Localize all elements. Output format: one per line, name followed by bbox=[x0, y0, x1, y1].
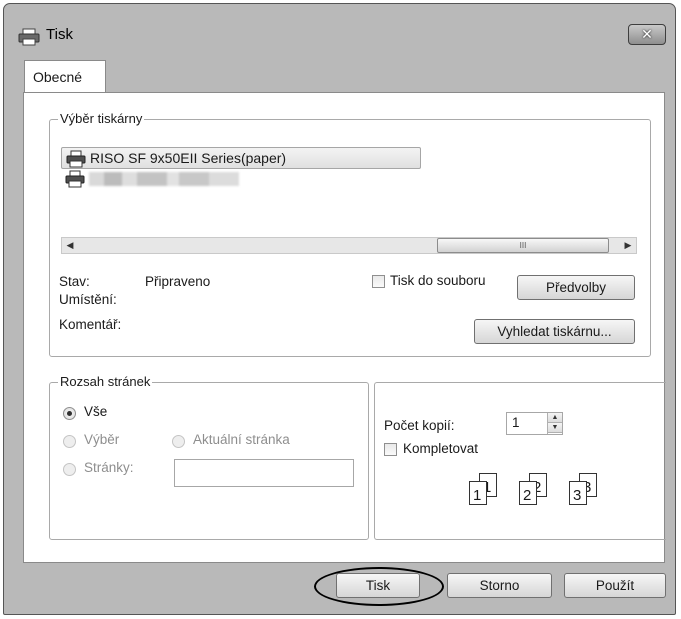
printer-item-riso[interactable]: RISO SF 9x50EII Series(paper) bbox=[61, 147, 421, 169]
close-button[interactable]: ✕ bbox=[628, 24, 666, 45]
copies-stepper[interactable]: 1 ▲ ▼ bbox=[506, 412, 563, 435]
print-to-file-checkbox[interactable] bbox=[372, 275, 385, 288]
collate-label[interactable]: Kompletovat bbox=[403, 441, 478, 456]
printer-icon bbox=[66, 150, 86, 168]
close-icon: ✕ bbox=[641, 26, 653, 42]
range-current-page-label[interactable]: Aktuální stránka bbox=[193, 432, 290, 447]
grip-icon: III bbox=[519, 241, 527, 250]
range-all-label[interactable]: Vše bbox=[84, 404, 107, 419]
copies-label: Počet kopií: bbox=[384, 418, 455, 433]
page-range-group: Rozsah stránek Vše Výběr Aktuální stránk… bbox=[49, 374, 369, 540]
print-to-file-label[interactable]: Tisk do souboru bbox=[390, 273, 486, 288]
tab-panel-general: Výběr tiskárny RISO SF 9x50EII Series(pa… bbox=[23, 92, 666, 563]
collate-icon-set-3: 3 3 bbox=[569, 473, 599, 507]
scroll-thumb[interactable]: III bbox=[437, 238, 609, 253]
apply-button[interactable]: Použít bbox=[564, 573, 666, 598]
collate-icon-set-1: 1 1 bbox=[469, 473, 499, 507]
printer-selection-group: Výběr tiskárny RISO SF 9x50EII Series(pa… bbox=[49, 111, 651, 357]
copies-value: 1 bbox=[512, 415, 520, 430]
range-selection-label[interactable]: Výběr bbox=[84, 432, 119, 447]
range-pages-label[interactable]: Stránky: bbox=[84, 460, 134, 475]
status-label: Stav: bbox=[59, 274, 90, 289]
scroll-right-icon[interactable]: ▶ bbox=[620, 238, 636, 253]
tab-general[interactable]: Obecné bbox=[24, 60, 106, 93]
copies-group: Počet kopií: 1 ▲ ▼ Kompletovat 1 1 2 2 3… bbox=[374, 382, 666, 540]
collate-checkbox[interactable] bbox=[384, 443, 397, 456]
find-printer-button[interactable]: Vyhledat tiskárnu... bbox=[474, 319, 635, 344]
page-number: 1 bbox=[473, 487, 482, 504]
scroll-left-icon[interactable]: ◀ bbox=[62, 238, 78, 253]
window-title: Tisk bbox=[46, 26, 73, 43]
printer-icon bbox=[65, 170, 85, 188]
page-number: 2 bbox=[523, 487, 532, 504]
preferences-button[interactable]: Předvolby bbox=[517, 275, 635, 300]
range-pages-radio[interactable] bbox=[63, 463, 76, 476]
status-value: Připraveno bbox=[145, 274, 211, 289]
printer-list[interactable]: RISO SF 9x50EII Series(paper) bbox=[61, 140, 641, 230]
highlight-ellipse bbox=[314, 567, 444, 606]
title-bar bbox=[4, 4, 675, 34]
horizontal-scrollbar[interactable]: ◀ III ▶ bbox=[61, 237, 637, 254]
printer-name: RISO SF 9x50EII Series(paper) bbox=[90, 150, 287, 166]
range-current-page-radio[interactable] bbox=[172, 435, 185, 448]
collate-icon-set-2: 2 2 bbox=[519, 473, 549, 507]
spin-down-icon[interactable]: ▼ bbox=[548, 423, 562, 433]
location-label: Umístění: bbox=[59, 292, 117, 307]
page-range-legend: Rozsah stránek bbox=[58, 374, 153, 389]
copies-spin-buttons[interactable]: ▲ ▼ bbox=[547, 413, 562, 434]
printer-selection-legend: Výběr tiskárny bbox=[58, 111, 145, 126]
pages-input[interactable] bbox=[174, 459, 354, 487]
cancel-button[interactable]: Storno bbox=[447, 573, 552, 598]
page-number: 3 bbox=[573, 487, 582, 504]
range-selection-radio[interactable] bbox=[63, 435, 76, 448]
printer-item-blurred[interactable] bbox=[61, 168, 421, 190]
spin-up-icon[interactable]: ▲ bbox=[548, 413, 562, 423]
range-all-radio[interactable] bbox=[63, 407, 76, 420]
redacted-printer-name bbox=[89, 172, 239, 186]
comment-label: Komentář: bbox=[59, 317, 122, 332]
printer-icon bbox=[18, 28, 40, 46]
